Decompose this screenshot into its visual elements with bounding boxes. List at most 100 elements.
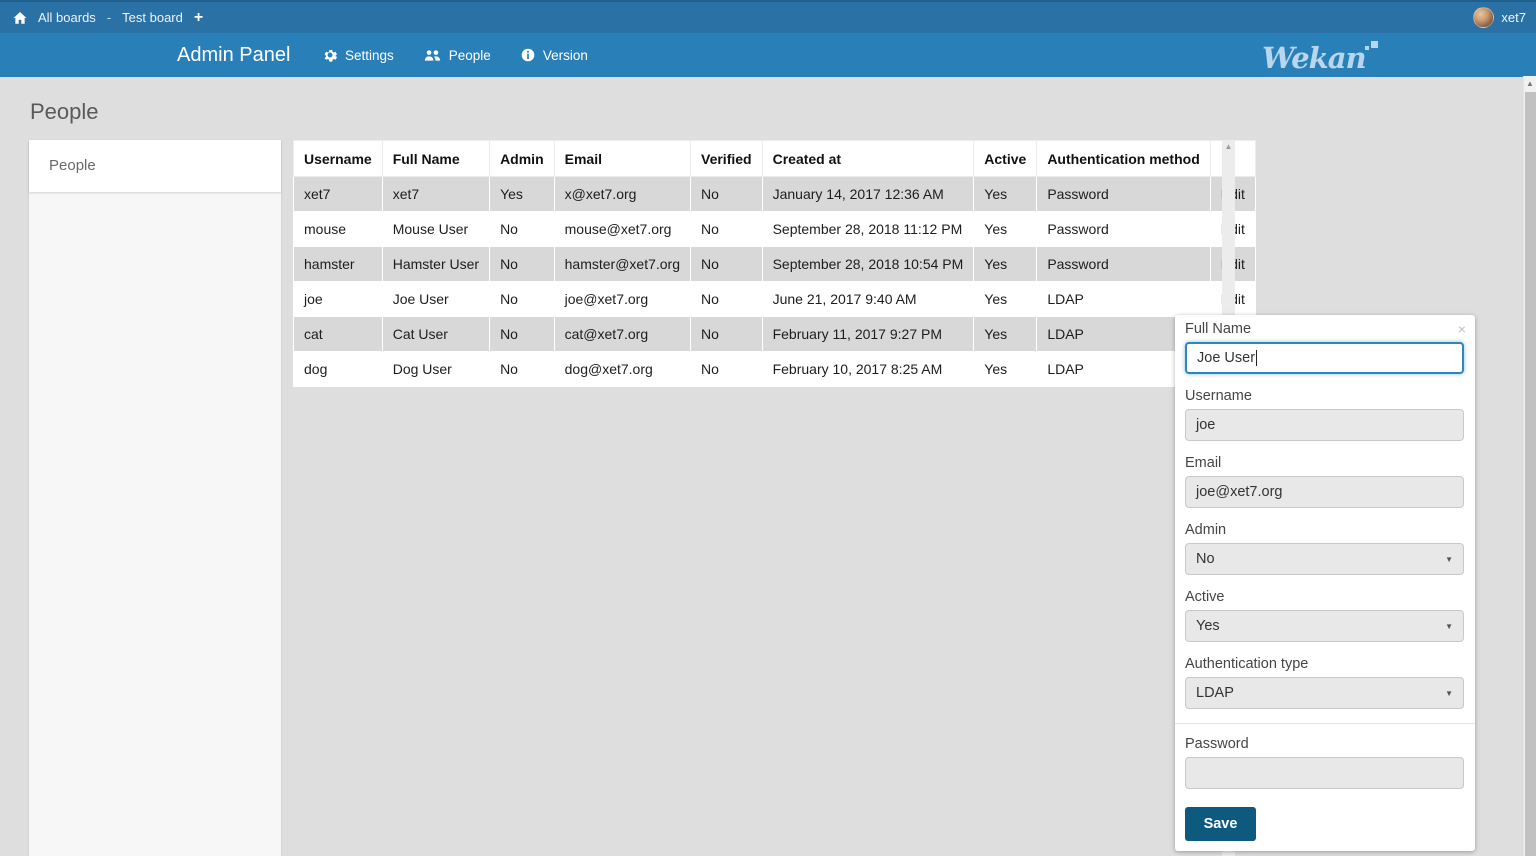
- username-label: Username: [1185, 388, 1464, 404]
- cell-active: Yes: [974, 317, 1037, 352]
- wekan-logo: Wekan: [1262, 36, 1366, 80]
- admin-nav: Settings People Version: [323, 33, 588, 77]
- cell-full-name: Cat User: [382, 317, 489, 352]
- cell-auth-method: Password: [1037, 177, 1210, 212]
- auth-type-label: Authentication type: [1185, 656, 1464, 672]
- cell-full-name: Mouse User: [382, 212, 489, 247]
- cell-email: cat@xet7.org: [554, 317, 690, 352]
- divider: [1175, 723, 1475, 724]
- breadcrumb-all-boards[interactable]: All boards: [38, 10, 96, 25]
- table-row: joe Joe User No joe@xet7.org No June 21,…: [294, 282, 1256, 317]
- cell-admin: No: [490, 282, 555, 317]
- cell-email: mouse@xet7.org: [554, 212, 690, 247]
- admin-group: Admin No ▼: [1185, 522, 1464, 575]
- info-icon: [521, 48, 535, 62]
- cell-admin: No: [490, 317, 555, 352]
- admin-label: Admin: [1185, 522, 1464, 538]
- table-row: dog Dog User No dog@xet7.org No February…: [294, 352, 1256, 387]
- cell-created-at: June 21, 2017 9:40 AM: [762, 282, 974, 317]
- nav-people[interactable]: People: [424, 48, 491, 63]
- people-table-body: xet7 xet7 Yes x@xet7.org No January 14, …: [294, 177, 1256, 387]
- page-scrollbar[interactable]: ▲: [1523, 76, 1536, 856]
- breadcrumb-board-name[interactable]: Test board: [122, 10, 183, 25]
- cell-email: x@xet7.org: [554, 177, 690, 212]
- scroll-up-icon[interactable]: ▲: [1222, 140, 1235, 154]
- chevron-down-icon: ▼: [1445, 689, 1453, 698]
- home-icon[interactable]: [13, 11, 27, 25]
- cell-full-name: xet7: [382, 177, 489, 212]
- email-group: Email joe@xet7.org: [1185, 455, 1464, 508]
- cell-email: dog@xet7.org: [554, 352, 690, 387]
- avatar[interactable]: [1473, 7, 1494, 28]
- cell-username: joe: [294, 282, 383, 317]
- full-name-group: Full Name Joe User: [1185, 321, 1464, 374]
- active-label: Active: [1185, 589, 1464, 605]
- cell-created-at: February 10, 2017 8:25 AM: [762, 352, 974, 387]
- nav-people-label: People: [449, 48, 491, 63]
- nav-version-label: Version: [543, 48, 588, 63]
- password-input[interactable]: [1185, 757, 1464, 789]
- table-row: hamster Hamster User No hamster@xet7.org…: [294, 247, 1256, 282]
- cell-active: Yes: [974, 282, 1037, 317]
- cell-full-name: Hamster User: [382, 247, 489, 282]
- section-heading: People: [30, 99, 99, 125]
- col-full-name: Full Name: [382, 141, 489, 177]
- page-title: Admin Panel: [177, 33, 290, 77]
- col-created-at: Created at: [762, 141, 974, 177]
- cell-full-name: Dog User: [382, 352, 489, 387]
- close-icon[interactable]: ×: [1458, 324, 1466, 334]
- cell-email: hamster@xet7.org: [554, 247, 690, 282]
- board-topbar: All boards - Test board + xet7: [0, 0, 1536, 33]
- admin-sidebar: People: [29, 140, 281, 856]
- scrollbar-thumb[interactable]: [1525, 92, 1536, 856]
- col-admin: Admin: [490, 141, 555, 177]
- chevron-down-icon: ▼: [1445, 555, 1453, 564]
- cell-created-at: September 28, 2018 10:54 PM: [762, 247, 974, 282]
- cell-verified: No: [691, 282, 763, 317]
- nav-settings[interactable]: Settings: [323, 48, 394, 63]
- table-row: mouse Mouse User No mouse@xet7.org No Se…: [294, 212, 1256, 247]
- full-name-label: Full Name: [1185, 321, 1464, 337]
- cell-admin: No: [490, 247, 555, 282]
- add-board-icon[interactable]: +: [194, 10, 203, 26]
- cell-created-at: February 11, 2017 9:27 PM: [762, 317, 974, 352]
- col-auth-method: Authentication method: [1037, 141, 1210, 177]
- user-menu[interactable]: xet7: [1473, 7, 1526, 28]
- cell-username: hamster: [294, 247, 383, 282]
- cell-username: cat: [294, 317, 383, 352]
- text-cursor: [1256, 350, 1257, 366]
- admin-select[interactable]: No ▼: [1185, 543, 1464, 575]
- sidebar-item-people[interactable]: People: [29, 140, 281, 192]
- col-active: Active: [974, 141, 1037, 177]
- cell-auth-method: Password: [1037, 247, 1210, 282]
- people-table-header: Username Full Name Admin Email Verified …: [294, 141, 1256, 177]
- nav-version[interactable]: Version: [521, 48, 588, 63]
- auth-type-select[interactable]: LDAP ▼: [1185, 677, 1464, 709]
- auth-type-group: Authentication type LDAP ▼: [1185, 656, 1464, 709]
- cell-created-at: September 28, 2018 11:12 PM: [762, 212, 974, 247]
- breadcrumb-separator: -: [107, 10, 111, 25]
- active-group: Active Yes ▼: [1185, 589, 1464, 642]
- active-select[interactable]: Yes ▼: [1185, 610, 1464, 642]
- username-group: Username joe: [1185, 388, 1464, 441]
- cell-active: Yes: [974, 352, 1037, 387]
- cell-email: joe@xet7.org: [554, 282, 690, 317]
- col-verified: Verified: [691, 141, 763, 177]
- save-button[interactable]: Save: [1185, 807, 1256, 841]
- full-name-input[interactable]: Joe User: [1185, 342, 1464, 374]
- cell-active: Yes: [974, 212, 1037, 247]
- cell-verified: No: [691, 352, 763, 387]
- table-row: cat Cat User No cat@xet7.org No February…: [294, 317, 1256, 352]
- username-input[interactable]: joe: [1185, 409, 1464, 441]
- breadcrumb: All boards - Test board +: [13, 10, 203, 26]
- cell-created-at: January 14, 2017 12:36 AM: [762, 177, 974, 212]
- logo-dot: [1365, 46, 1369, 50]
- col-email: Email: [554, 141, 690, 177]
- cell-admin: Yes: [490, 177, 555, 212]
- sidebar-item-label: People: [49, 157, 96, 174]
- cell-username: mouse: [294, 212, 383, 247]
- cell-verified: No: [691, 317, 763, 352]
- scroll-up-icon[interactable]: ▲: [1524, 76, 1536, 91]
- chevron-down-icon: ▼: [1445, 622, 1453, 631]
- email-input[interactable]: joe@xet7.org: [1185, 476, 1464, 508]
